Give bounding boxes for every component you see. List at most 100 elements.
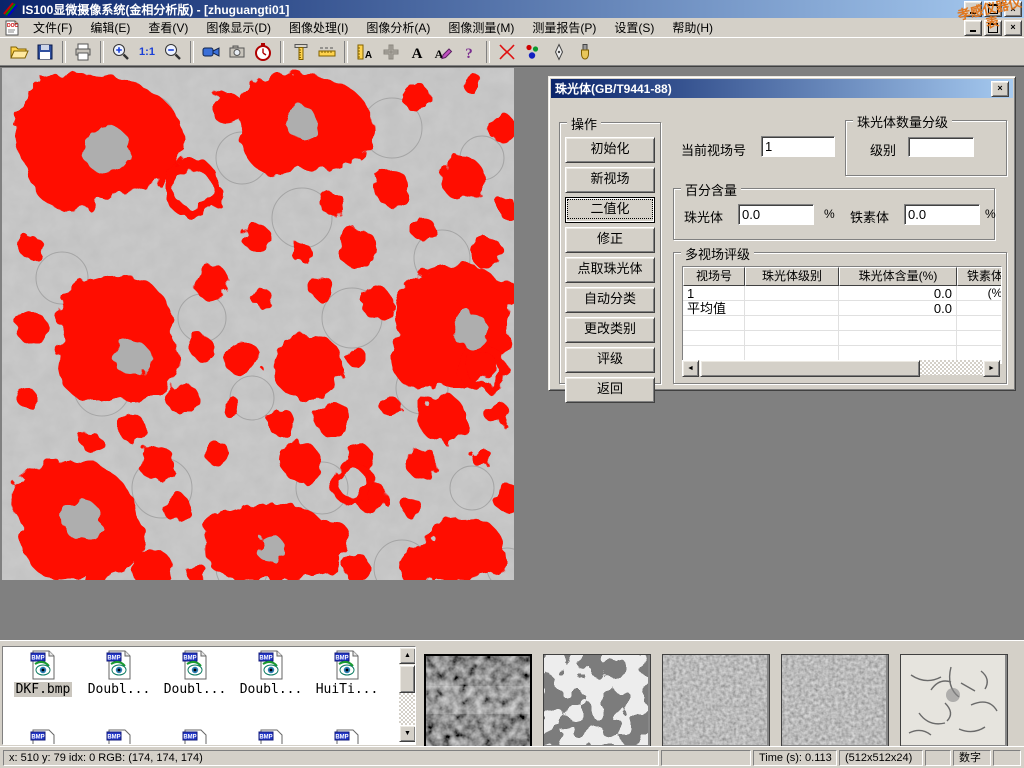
- bottom-panel: BMP DKF.bmp BMP: [0, 640, 1024, 746]
- status-empty-2: [925, 750, 951, 766]
- file-list-scrollbar[interactable]: ▲ ▼: [399, 647, 415, 742]
- table-row-empty: [683, 331, 1001, 346]
- file-item[interactable]: BMP: [81, 729, 157, 745]
- open-file-icon[interactable]: [6, 40, 32, 64]
- menu-image-processing[interactable]: 图像处理(I): [280, 18, 357, 38]
- status-empty-1: [661, 750, 751, 766]
- pearlite-input[interactable]: [738, 204, 814, 225]
- pearlite-label: 珠光体: [684, 207, 723, 226]
- child-minimize-button[interactable]: [964, 20, 982, 36]
- brush-tool-icon[interactable]: [572, 40, 598, 64]
- menu-image-measure[interactable]: 图像测量(M): [439, 18, 523, 38]
- status-image-size: (512x512x24): [839, 750, 923, 766]
- file-name[interactable]: Doubl...: [162, 682, 229, 697]
- menu-image-display[interactable]: 图像显示(D): [197, 18, 280, 38]
- file-name[interactable]: HuiTi...: [314, 682, 381, 697]
- file-name[interactable]: Doubl...: [238, 682, 305, 697]
- table-horizontal-scrollbar[interactable]: ◄ ►: [682, 360, 1000, 375]
- auto-classify-button[interactable]: 自动分类: [565, 287, 655, 313]
- scrollbar-thumb[interactable]: [399, 665, 415, 693]
- table-row-empty: [683, 316, 1001, 331]
- status-empty-3: [993, 750, 1021, 766]
- grading-group-label: 珠光体数量分级: [853, 112, 952, 131]
- multifield-group: 多视场评级 视场号 珠光体级别 珠光体含量(%) 铁素体含量(%) 1 0.0: [673, 252, 1007, 384]
- file-item[interactable]: BMP DKF.bmp: [5, 650, 81, 697]
- child-restore-button[interactable]: [984, 20, 1002, 36]
- menu-file[interactable]: 文件(F): [24, 18, 81, 38]
- pick-pearlite-button[interactable]: 点取珠光体: [565, 257, 655, 283]
- dialog-close-icon[interactable]: ×: [991, 81, 1009, 97]
- ferrite-input[interactable]: [904, 204, 980, 225]
- scroll-down-icon[interactable]: ▼: [399, 725, 416, 742]
- minimize-button[interactable]: [964, 1, 982, 17]
- change-class-button[interactable]: 更改类别: [565, 317, 655, 343]
- thumbnail-5[interactable]: [900, 654, 1008, 748]
- file-item[interactable]: BMP Doubl...: [233, 650, 309, 697]
- zoom-out-icon[interactable]: [160, 40, 186, 64]
- return-button[interactable]: 返回: [565, 377, 655, 403]
- table-row[interactable]: 1 0.0: [683, 286, 1001, 301]
- scroll-up-icon[interactable]: ▲: [399, 647, 416, 664]
- title-bar: IS100显微摄像系统(金相分析版) - [zhuguangti01] ×: [0, 0, 1024, 18]
- file-item[interactable]: BMP: [157, 729, 233, 745]
- binarize-button[interactable]: 二值化: [565, 197, 655, 223]
- rating-table[interactable]: 视场号 珠光体级别 珠光体含量(%) 铁素体含量(%) 1 0.0 平均值: [682, 266, 1002, 364]
- camera-capture-icon[interactable]: [224, 40, 250, 64]
- save-icon[interactable]: [32, 40, 58, 64]
- menu-edit[interactable]: 编辑(E): [81, 18, 139, 38]
- micrograph-image[interactable]: [2, 68, 514, 580]
- scroll-right-icon[interactable]: ►: [983, 360, 1000, 377]
- pearlite-percent-sign: %: [824, 207, 835, 221]
- curve-tool-icon[interactable]: [494, 40, 520, 64]
- classify-points-icon[interactable]: [520, 40, 546, 64]
- file-item[interactable]: BMP: [233, 729, 309, 745]
- file-name[interactable]: Doubl...: [86, 682, 153, 697]
- actual-size-icon[interactable]: 1:1: [134, 40, 160, 64]
- file-item[interactable]: BMP Doubl...: [81, 650, 157, 697]
- measure-text-icon[interactable]: A: [352, 40, 378, 64]
- print-icon[interactable]: [70, 40, 96, 64]
- pick-tool-icon[interactable]: [546, 40, 572, 64]
- level-input[interactable]: [908, 137, 974, 157]
- new-field-button[interactable]: 新视场: [565, 167, 655, 193]
- thumbnail-3[interactable]: [662, 654, 770, 748]
- svg-text:BMP: BMP: [335, 656, 348, 662]
- scrollbar-thumb[interactable]: [700, 360, 920, 377]
- timer-icon[interactable]: [250, 40, 276, 64]
- zoom-in-icon[interactable]: [108, 40, 134, 64]
- file-name[interactable]: DKF.bmp: [14, 682, 73, 697]
- file-item[interactable]: BMP: [309, 729, 385, 745]
- menu-settings[interactable]: 设置(S): [605, 18, 663, 38]
- close-button[interactable]: ×: [1004, 1, 1022, 17]
- svg-text:BMP: BMP: [31, 656, 44, 662]
- file-item[interactable]: BMP: [5, 729, 81, 745]
- status-bar: x: 510 y: 79 idx: 0 RGB: (174, 174, 174)…: [0, 746, 1024, 768]
- rate-button[interactable]: 评级: [565, 347, 655, 373]
- edit-annotation-icon[interactable]: A: [430, 40, 456, 64]
- bmp-file-icon: BMP: [30, 650, 56, 680]
- svg-text:A: A: [412, 46, 423, 62]
- grid-cross-icon[interactable]: [378, 40, 404, 64]
- child-close-button[interactable]: ×: [1004, 20, 1022, 36]
- thumbnail-1[interactable]: [424, 654, 532, 748]
- current-field-input[interactable]: [761, 136, 835, 157]
- ruler-horizontal-icon[interactable]: [314, 40, 340, 64]
- table-row[interactable]: 平均值 0.0: [683, 301, 1001, 316]
- restore-button[interactable]: [984, 1, 1002, 17]
- thumbnail-4[interactable]: [781, 654, 889, 748]
- file-item[interactable]: BMP HuiTi...: [309, 650, 385, 697]
- menu-measure-report[interactable]: 测量报告(P): [523, 18, 605, 38]
- file-browser[interactable]: BMP DKF.bmp BMP: [2, 646, 416, 745]
- help-icon[interactable]: ?: [456, 40, 482, 64]
- thumbnail-2[interactable]: [543, 654, 651, 748]
- menu-help[interactable]: 帮助(H): [663, 18, 722, 38]
- init-button[interactable]: 初始化: [565, 137, 655, 163]
- video-capture-icon[interactable]: [198, 40, 224, 64]
- menu-view[interactable]: 查看(V): [139, 18, 197, 38]
- correct-button[interactable]: 修正: [565, 227, 655, 253]
- caliper-vertical-icon[interactable]: [288, 40, 314, 64]
- text-label-icon[interactable]: A: [404, 40, 430, 64]
- file-item[interactable]: BMP Doubl...: [157, 650, 233, 697]
- scroll-left-icon[interactable]: ◄: [682, 360, 699, 377]
- menu-image-analysis[interactable]: 图像分析(A): [357, 18, 439, 38]
